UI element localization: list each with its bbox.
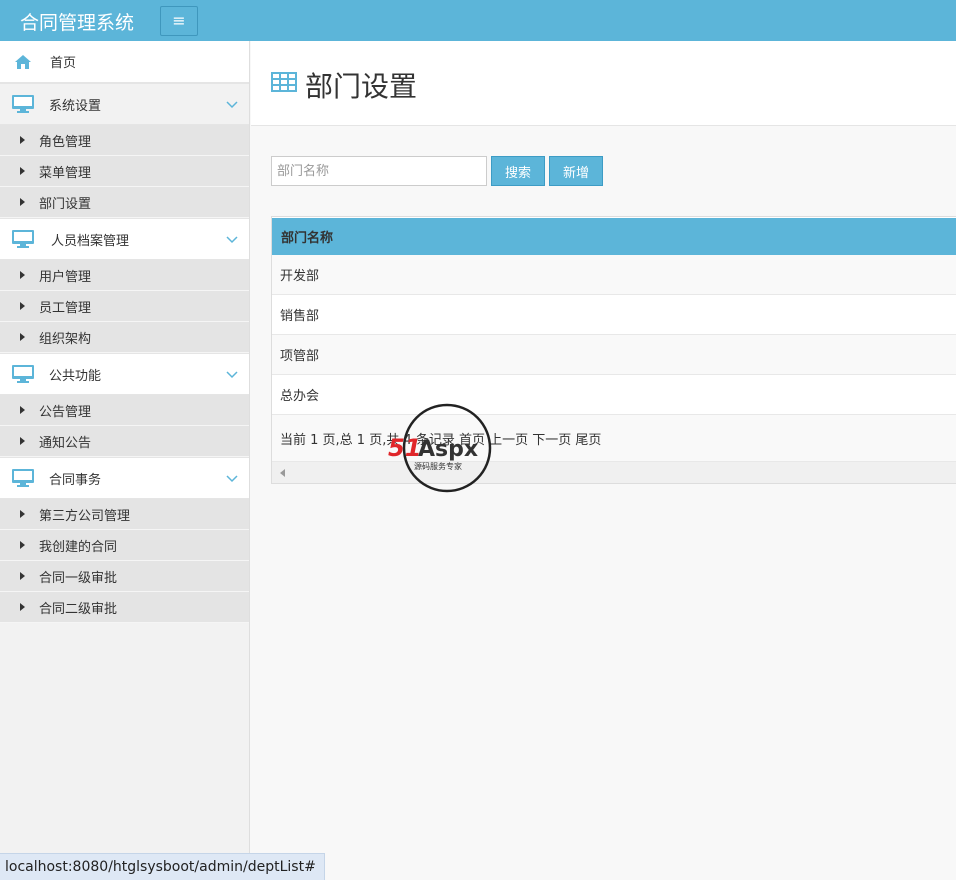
monitor-icon: [12, 365, 34, 383]
sidebar-item-label: 第三方公司管理: [39, 508, 131, 524]
caret-right-icon: [20, 198, 25, 206]
table-row[interactable]: 项管部: [272, 335, 956, 375]
sidebar-item-employee-management[interactable]: 员工管理: [0, 291, 249, 322]
monitor-icon: [12, 469, 34, 487]
horizontal-scrollbar[interactable]: [272, 462, 956, 484]
sidebar-item-label: 首页: [50, 56, 77, 71]
caret-right-icon: [20, 406, 25, 414]
page-header: 部门设置: [251, 41, 956, 126]
sidebar-item-department-settings[interactable]: 部门设置: [0, 187, 249, 218]
sidebar-item-home[interactable]: 首页: [0, 41, 249, 83]
caret-right-icon: [20, 136, 25, 144]
sidebar-item-third-party-companies[interactable]: 第三方公司管理: [0, 499, 249, 530]
scroll-left-arrow-icon[interactable]: [280, 468, 285, 477]
home-icon: [14, 54, 32, 70]
sidebar-item-first-level-approval[interactable]: 合同一级审批: [0, 561, 249, 592]
department-name-search-input[interactable]: [271, 156, 487, 186]
sidebar-item-label: 组织架构: [39, 331, 92, 347]
sidebar-item-notice[interactable]: 通知公告: [0, 426, 249, 457]
monitor-icon: [12, 230, 34, 248]
sidebar-group-system-settings[interactable]: 系统设置: [0, 83, 249, 125]
sidebar-item-label: 我创建的合同: [39, 539, 118, 555]
table-icon: [271, 72, 297, 92]
sidebar-item-label: 菜单管理: [39, 165, 92, 181]
sidebar-item-label: 合同一级审批: [39, 570, 118, 586]
caret-right-icon: [20, 572, 25, 580]
caret-right-icon: [20, 271, 25, 279]
sidebar-group-contract-affairs[interactable]: 合同事务: [0, 457, 249, 499]
status-url-bar: localhost:8080/htglsysboot/admin/deptLis…: [0, 853, 325, 880]
sidebar-item-label: 通知公告: [39, 435, 92, 451]
table-row[interactable]: 开发部: [272, 255, 956, 295]
monitor-icon: [12, 95, 34, 113]
top-navbar: 合同管理系统 ≡: [0, 0, 956, 41]
sidebar: 首页 系统设置 角色管理 菜单管理 部门设置 人员档案管理 用户管理 员工管理 …: [0, 41, 250, 880]
sidebar-group-label: 人员档案管理: [51, 233, 130, 249]
page-title: 部门设置: [305, 70, 418, 103]
sidebar-group-public-functions[interactable]: 公共功能: [0, 353, 249, 395]
caret-right-icon: [20, 603, 25, 611]
sidebar-group-label: 系统设置: [49, 98, 102, 114]
chevron-down-icon: [225, 98, 239, 112]
sidebar-item-announcement-management[interactable]: 公告管理: [0, 395, 249, 426]
svg-text:源码服务专家: 源码服务专家: [414, 461, 462, 471]
caret-right-icon: [20, 541, 25, 549]
menu-toggle-button[interactable]: ≡: [160, 6, 198, 36]
sidebar-item-menu-management[interactable]: 菜单管理: [0, 156, 249, 187]
sidebar-item-label: 员工管理: [39, 300, 92, 316]
sidebar-item-label: 公告管理: [39, 404, 92, 420]
sidebar-item-second-level-approval[interactable]: 合同二级审批: [0, 592, 249, 623]
add-button[interactable]: 新增: [549, 156, 603, 186]
sidebar-group-label: 合同事务: [49, 472, 102, 488]
caret-right-icon: [20, 167, 25, 175]
sidebar-item-label: 用户管理: [39, 269, 92, 285]
caret-right-icon: [20, 333, 25, 341]
sidebar-item-my-contracts[interactable]: 我创建的合同: [0, 530, 249, 561]
svg-text:51: 51: [388, 434, 421, 462]
main-content: 部门设置 搜索 新增 部门名称 开发部 销售部 项管部 总办会 当前 1 页,总…: [251, 41, 956, 880]
sidebar-item-user-management[interactable]: 用户管理: [0, 260, 249, 291]
department-table: 部门名称 开发部 销售部 项管部 总办会 当前 1 页,总 1 页,共 4 条记…: [271, 216, 956, 484]
sidebar-item-org-structure[interactable]: 组织架构: [0, 322, 249, 353]
table-row[interactable]: 总办会: [272, 375, 956, 415]
pagination[interactable]: 当前 1 页,总 1 页,共 4 条记录 首页 上一页 下一页 尾页: [272, 415, 956, 462]
caret-right-icon: [20, 437, 25, 445]
sidebar-item-label: 角色管理: [39, 134, 92, 150]
sidebar-item-label: 合同二级审批: [39, 601, 118, 617]
chevron-down-icon: [225, 368, 239, 382]
caret-right-icon: [20, 302, 25, 310]
table-header-department-name[interactable]: 部门名称: [272, 217, 956, 255]
sidebar-group-label: 公共功能: [49, 368, 102, 384]
sidebar-group-personnel-files[interactable]: 人员档案管理: [0, 218, 249, 260]
app-title[interactable]: 合同管理系统: [20, 8, 134, 35]
search-button[interactable]: 搜索: [491, 156, 545, 186]
caret-right-icon: [20, 510, 25, 518]
watermark-logo: 51 Aspx 源码服务专家 51: [386, 403, 512, 495]
bars-icon: ≡: [172, 11, 186, 30]
chevron-down-icon: [225, 472, 239, 486]
table-row[interactable]: 销售部: [272, 295, 956, 335]
chevron-down-icon: [225, 233, 239, 247]
sidebar-item-label: 部门设置: [39, 196, 92, 212]
svg-text:Aspx: Aspx: [418, 437, 478, 462]
sidebar-item-role-management[interactable]: 角色管理: [0, 125, 249, 156]
